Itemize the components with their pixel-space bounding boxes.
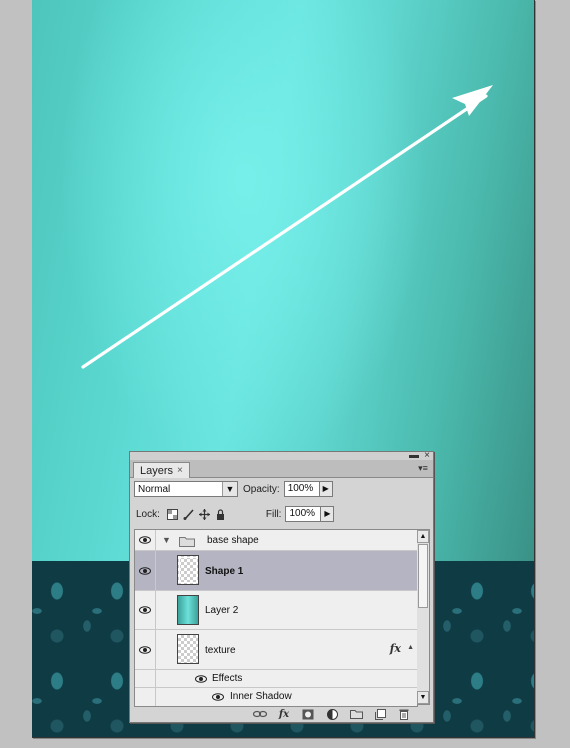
layer-row-base-shape[interactable]: ▼ base shape <box>135 530 417 551</box>
eye-icon[interactable] <box>195 675 207 683</box>
opacity-label: Opacity: <box>243 483 280 495</box>
minimize-button[interactable]: ▬ <box>409 451 419 461</box>
eye-icon <box>139 645 151 654</box>
fill-slider-button[interactable]: ▶ <box>321 506 335 522</box>
layer-thumbnail <box>177 595 199 625</box>
tab-layers[interactable]: Layers × <box>133 462 190 478</box>
effects-expand-triangle-icon[interactable]: ▲ <box>407 644 414 651</box>
layer-row-shape-1[interactable]: Shape 1 <box>135 551 417 591</box>
layer-name: Layer 2 <box>205 605 239 616</box>
tab-layers-label: Layers <box>140 464 174 477</box>
scroll-thumb[interactable] <box>418 544 428 608</box>
lock-transparency-icon[interactable] <box>166 508 179 521</box>
scroll-down-button[interactable]: ▼ <box>417 691 429 704</box>
layer-row-texture[interactable]: texture fx ▲ <box>135 630 417 670</box>
blend-opacity-row: Normal ▼ Opacity: 100% ▶ <box>134 481 437 497</box>
layer-name: base shape <box>207 535 259 546</box>
panel-title-strip: ▬ × <box>130 451 433 461</box>
canvas-area: ▬ × Layers × ▾≡ Normal ▼ Opacity: 100% ▶… <box>0 0 570 748</box>
group-expand-triangle-icon[interactable]: ▼ <box>162 535 171 545</box>
visibility-toggle[interactable] <box>135 530 156 550</box>
lock-pixels-brush-icon[interactable] <box>182 508 195 521</box>
layer-name: Effects <box>212 673 243 684</box>
trash-icon[interactable] <box>397 708 411 720</box>
layer-row-layer-2[interactable]: Layer 2 <box>135 591 417 630</box>
lock-label: Lock: <box>136 508 160 520</box>
mask-icon[interactable] <box>301 708 315 720</box>
visibility-toggle[interactable] <box>135 591 156 629</box>
visibility-toggle[interactable] <box>135 551 156 590</box>
eye-icon <box>139 536 151 544</box>
fx-icon[interactable]: fx <box>390 642 401 655</box>
layers-scrollbar[interactable]: ▲ ▼ <box>417 529 430 705</box>
layer-row-inner-shadow[interactable]: Inner Shadow <box>135 688 417 706</box>
visibility-toggle <box>135 688 156 706</box>
opacity-slider-button[interactable]: ▶ <box>319 481 333 497</box>
tab-close-icon[interactable]: × <box>177 465 183 476</box>
fx-icon[interactable]: fx <box>277 708 291 720</box>
eye-icon[interactable] <box>212 693 224 701</box>
folder-icon[interactable] <box>349 708 363 720</box>
lock-all-icon[interactable] <box>214 508 227 521</box>
layer-name: Inner Shadow <box>230 691 292 702</box>
fill-label: Fill: <box>265 508 282 520</box>
chevron-down-icon[interactable]: ▼ <box>222 482 237 496</box>
blend-mode-value: Normal <box>138 483 171 495</box>
visibility-toggle[interactable] <box>135 630 156 669</box>
folder-icon <box>179 537 195 547</box>
eye-icon <box>139 566 151 575</box>
blend-mode-select[interactable]: Normal ▼ <box>134 481 238 497</box>
layer-thumbnail <box>177 555 199 585</box>
lock-position-move-icon[interactable] <box>198 508 211 521</box>
layer-row-effects[interactable]: Effects <box>135 670 417 688</box>
panel-tab-bar: Layers × ▾≡ <box>130 460 433 478</box>
visibility-toggle <box>135 670 156 687</box>
new-layer-icon[interactable] <box>373 708 387 720</box>
layers-list: ▼ base shape Shape 1 Layer 2 texture fx … <box>134 529 418 707</box>
fill-input[interactable]: 100% <box>285 506 322 522</box>
adjustment-icon[interactable] <box>325 708 339 720</box>
layer-thumbnail <box>177 634 199 664</box>
opacity-input[interactable]: 100% <box>283 481 320 497</box>
lock-fill-row: Lock: Fill: 100% ▶ <box>136 506 439 522</box>
panel-close-button[interactable]: × <box>424 451 430 461</box>
layers-panel[interactable]: ▬ × Layers × ▾≡ Normal ▼ Opacity: 100% ▶… <box>129 451 434 723</box>
eye-icon <box>139 606 151 614</box>
link-icon[interactable] <box>253 708 267 720</box>
layers-bottom-toolbar: fx <box>130 706 433 722</box>
layer-name: Shape 1 <box>205 566 244 577</box>
layer-name: texture <box>205 645 236 656</box>
panel-menu-icon[interactable]: ▾≡ <box>416 463 430 474</box>
scroll-up-button[interactable]: ▲ <box>417 530 429 543</box>
